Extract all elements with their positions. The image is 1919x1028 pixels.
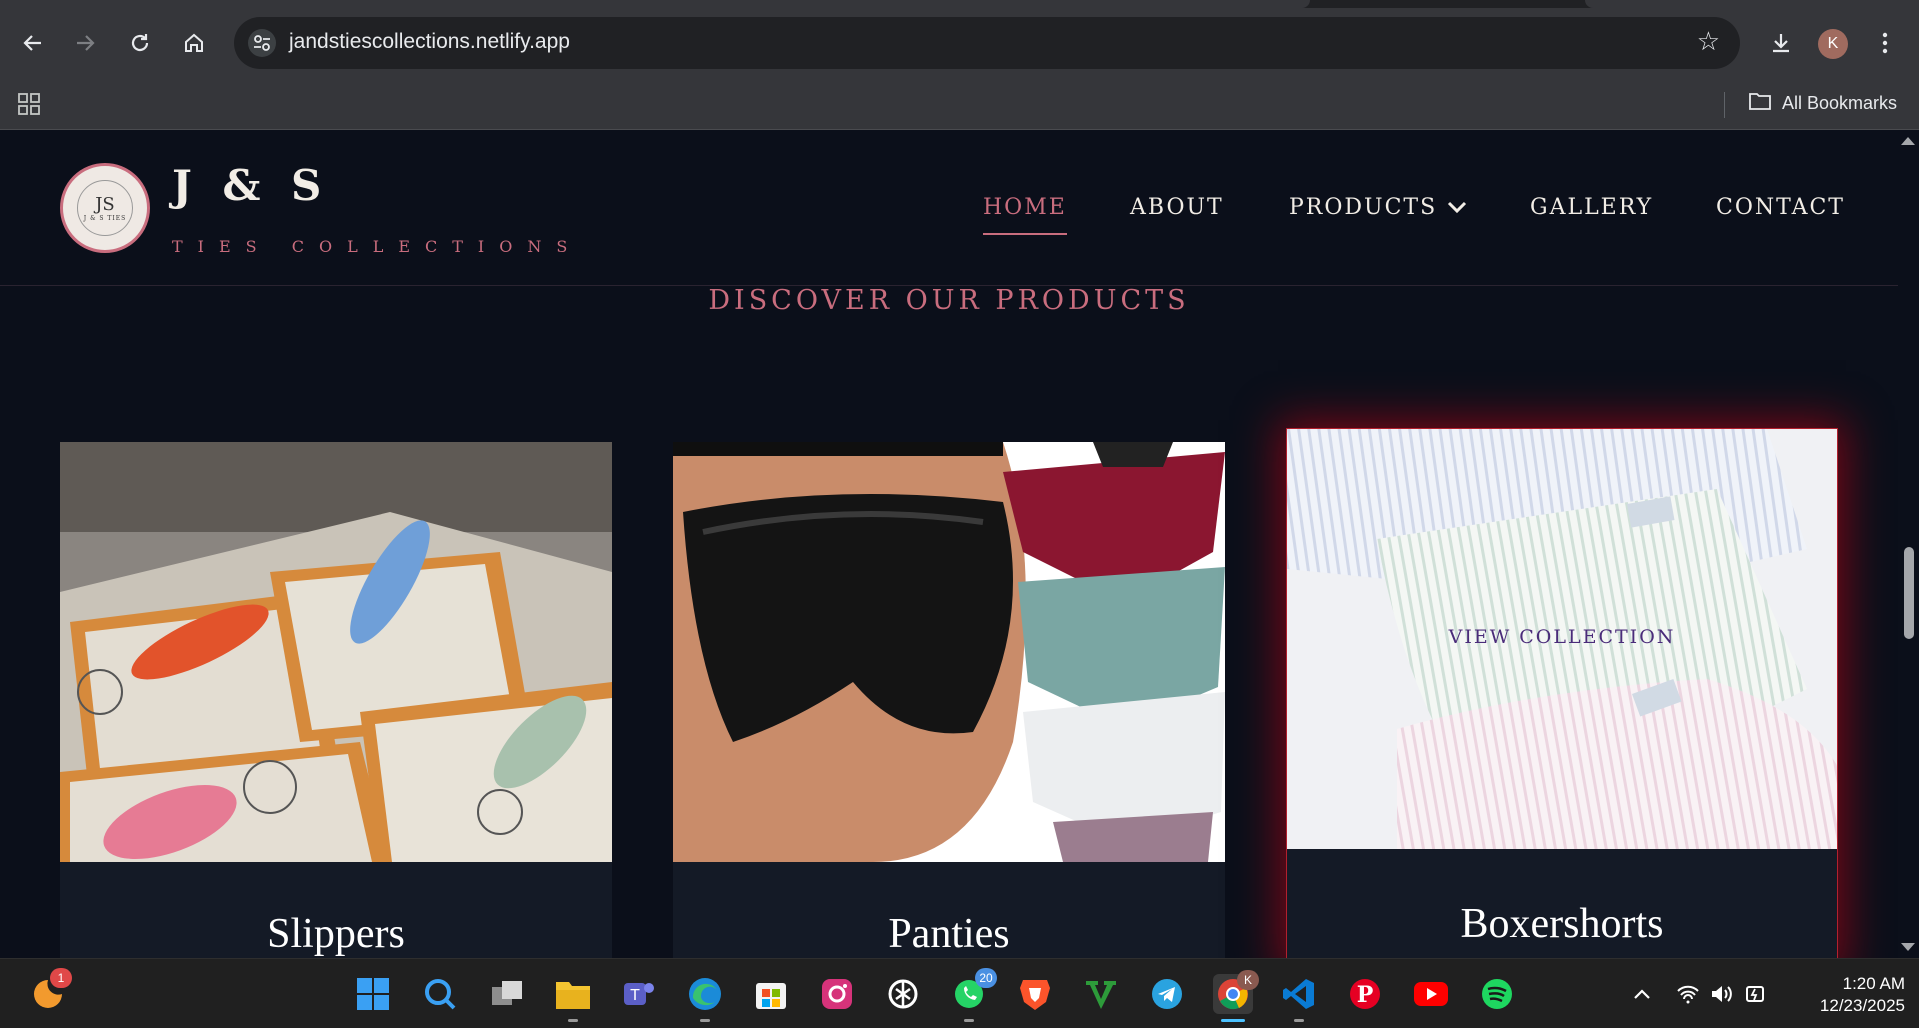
nav-active-underline: [983, 233, 1067, 235]
nav-home-label: HOME: [983, 195, 1067, 220]
svg-text:T: T: [630, 987, 640, 1004]
star-icon[interactable]: ☆: [1697, 27, 1720, 57]
product-card-boxershorts[interactable]: VIEW COLLECTION Boxershorts: [1286, 428, 1838, 958]
section-title: DISCOVER OUR PRODUCTS: [708, 285, 1190, 316]
panties-image[interactable]: [673, 442, 1225, 862]
brand-subtitle: TIES COLLECTIONS: [172, 237, 583, 256]
web-page: JS J & S TIES J & S TIES COLLECTIONS HOM…: [0, 131, 1898, 958]
running-indicator: [964, 1019, 974, 1022]
running-indicator: [1294, 1019, 1304, 1022]
youtube-icon[interactable]: [1411, 974, 1451, 1014]
product-card-panties[interactable]: Panties: [673, 442, 1225, 958]
nav-about[interactable]: ABOUT: [1130, 195, 1224, 220]
battery-icon[interactable]: [1736, 974, 1776, 1014]
windows-start-icon[interactable]: [353, 974, 393, 1014]
reload-icon[interactable]: [123, 26, 157, 60]
url-text[interactable]: jandstiescollections.netlify.app: [289, 30, 570, 54]
browser-toolbar: jandstiescollections.netlify.app ☆ K: [0, 0, 1919, 86]
windows-taskbar: 1 T 20 K P 1:20 AM 12/23/2025: [0, 958, 1919, 1028]
view-collection-link[interactable]: VIEW COLLECTION: [1287, 626, 1837, 648]
launcher-badge: 1: [50, 968, 72, 988]
nav-contact[interactable]: CONTACT: [1716, 195, 1845, 220]
pinterest-icon[interactable]: P: [1345, 974, 1385, 1014]
download-icon[interactable]: [1764, 26, 1798, 60]
chevron-down-icon: [1447, 195, 1467, 220]
clock-time: 1:20 AM: [1842, 974, 1905, 993]
task-view-icon[interactable]: [487, 974, 527, 1014]
tab-strip: [0, 0, 1919, 8]
nav-contact-label: CONTACT: [1716, 195, 1845, 220]
apps-grid-icon[interactable]: [18, 93, 40, 119]
spotify-icon[interactable]: [1477, 974, 1517, 1014]
file-explorer-icon[interactable]: [553, 974, 593, 1022]
chevron-up-icon[interactable]: [1622, 974, 1662, 1014]
page-scrollbar[interactable]: [1898, 131, 1919, 958]
running-indicator: [568, 1019, 578, 1022]
nav-products[interactable]: PRODUCTS: [1289, 195, 1467, 220]
site-header: JS J & S TIES J & S TIES COLLECTIONS HOM…: [0, 131, 1898, 286]
address-bar[interactable]: jandstiescollections.netlify.app ☆: [234, 17, 1740, 69]
app-launcher-icon[interactable]: 1: [28, 968, 72, 1014]
brave-icon[interactable]: [1015, 974, 1055, 1014]
nav-about-label: ABOUT: [1130, 195, 1224, 220]
tab-inactive-edge: [1585, 0, 1919, 8]
product-name-slippers: Slippers: [267, 911, 405, 957]
home-icon[interactable]: [177, 26, 211, 60]
product-name-panties: Panties: [888, 911, 1010, 957]
bookmarks-separator: [1724, 92, 1725, 118]
nav-products-label: PRODUCTS: [1289, 195, 1438, 220]
back-arrow-icon[interactable]: [16, 26, 50, 60]
site-logo[interactable]: JS J & S TIES: [60, 163, 150, 253]
bookmarks-bar: All Bookmarks: [0, 80, 1919, 130]
folder-icon: [1748, 91, 1772, 116]
telegram-icon[interactable]: [1147, 974, 1187, 1014]
all-bookmarks-button[interactable]: All Bookmarks: [1748, 91, 1897, 116]
slippers-image[interactable]: [60, 442, 612, 862]
tab-active-edge: [0, 0, 1310, 8]
nav-gallery[interactable]: GALLERY: [1530, 195, 1653, 220]
forward-arrow-icon[interactable]: [68, 26, 102, 60]
site-settings-icon[interactable]: [248, 29, 276, 57]
brand-title[interactable]: J & S: [172, 161, 329, 210]
microsoft-store-icon[interactable]: [751, 974, 791, 1014]
chrome-icon[interactable]: K: [1213, 970, 1259, 1022]
active-indicator: [1221, 1019, 1245, 1022]
scroll-down-arrow-icon[interactable]: [1901, 943, 1915, 951]
clock-date: 12/23/2025: [1819, 996, 1905, 1015]
vim-icon[interactable]: [1081, 974, 1121, 1014]
logo-emblem: JS J & S TIES: [77, 180, 133, 236]
product-card-slippers[interactable]: Slippers: [60, 442, 612, 958]
scroll-thumb[interactable]: [1904, 547, 1914, 639]
all-bookmarks-label: All Bookmarks: [1782, 93, 1898, 113]
teams-icon[interactable]: T: [619, 974, 659, 1014]
nav-gallery-label: GALLERY: [1530, 195, 1654, 220]
logo-small-text: J & S TIES: [83, 214, 127, 222]
logo-monogram: JS: [95, 193, 115, 215]
product-name-boxershorts: Boxershorts: [1460, 901, 1664, 947]
profile-avatar[interactable]: K: [1818, 29, 1848, 59]
edge-icon[interactable]: [685, 974, 725, 1022]
instagram-icon[interactable]: [817, 974, 857, 1014]
search-icon[interactable]: [420, 974, 460, 1014]
system-clock[interactable]: 1:20 AM 12/23/2025: [1790, 973, 1905, 1017]
vscode-icon[interactable]: [1279, 974, 1319, 1022]
running-indicator: [700, 1019, 710, 1022]
chrome-profile-badge: K: [1237, 970, 1259, 990]
whatsapp-badge: 20: [975, 968, 997, 988]
whatsapp-icon[interactable]: 20: [949, 968, 997, 1022]
more-menu-icon[interactable]: [1868, 26, 1902, 60]
chatgpt-icon[interactable]: [883, 974, 923, 1014]
svg-text:P: P: [1357, 982, 1374, 1008]
nav-home[interactable]: HOME: [983, 195, 1067, 235]
scroll-up-arrow-icon[interactable]: [1901, 137, 1915, 145]
